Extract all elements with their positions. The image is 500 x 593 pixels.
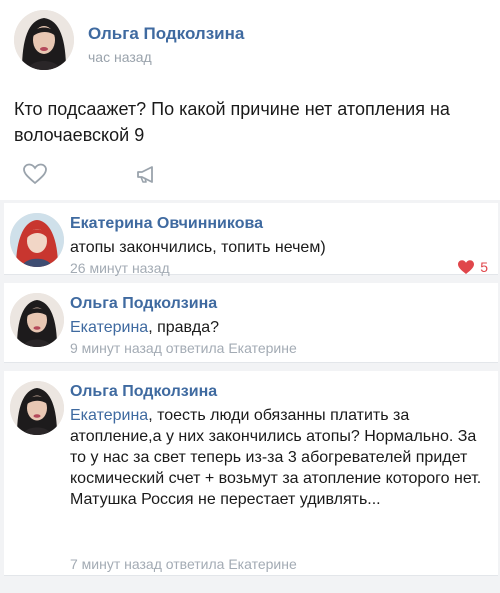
commenter-avatar[interactable] bbox=[10, 381, 64, 435]
comment-body: , правда? bbox=[148, 319, 219, 336]
post-text: Кто подсаажет? По какой причине нет атоп… bbox=[14, 99, 450, 145]
comment-author[interactable]: Ольга Подколзина bbox=[70, 295, 217, 313]
commenter-avatar[interactable] bbox=[10, 213, 64, 267]
heart-filled-icon bbox=[458, 260, 475, 274]
comments-section: Екатерина Овчинникова атопы закончились,… bbox=[0, 200, 500, 593]
comment-like-count: 5 bbox=[480, 259, 488, 275]
heart-outline-icon bbox=[23, 163, 47, 185]
reply-mention[interactable]: Екатерина bbox=[70, 319, 148, 336]
comment-timestamp: 7 минут назад ответила Екатерине bbox=[70, 556, 297, 572]
comment-text: атопы закончились, топить нечем) bbox=[70, 239, 326, 256]
post: Ольга Подколзина час назад Кто подсаажет… bbox=[0, 0, 500, 200]
post-timestamp: час назад bbox=[88, 49, 152, 65]
comment-timestamp: 26 минут назад bbox=[70, 260, 170, 276]
like-button[interactable] bbox=[22, 162, 48, 186]
comment-author[interactable]: Екатерина Овчинникова bbox=[70, 215, 263, 233]
megaphone-share-icon bbox=[137, 166, 153, 183]
comment-text: Екатерина, тоесть люди обязанны платить … bbox=[70, 405, 490, 510]
commenter-avatar[interactable] bbox=[10, 293, 64, 347]
share-button[interactable] bbox=[134, 162, 160, 186]
comment-like-button[interactable]: 5 bbox=[457, 259, 488, 275]
comment-timestamp: 9 минут назад ответила Екатерине bbox=[70, 340, 297, 356]
reply-mention[interactable]: Екатерина bbox=[70, 407, 148, 424]
comment: Ольга Подколзина Екатерина, тоесть люди … bbox=[4, 371, 498, 576]
post-author-avatar[interactable] bbox=[14, 10, 74, 70]
comment: Ольга Подколзина Екатерина, правда? 9 ми… bbox=[4, 283, 498, 363]
post-author-name[interactable]: Ольга Подколзина bbox=[88, 24, 244, 44]
comment: Екатерина Овчинникова атопы закончились,… bbox=[4, 203, 498, 276]
comment-text: Екатерина, правда? bbox=[70, 317, 490, 338]
comment-author[interactable]: Ольга Подколзина bbox=[70, 383, 217, 401]
